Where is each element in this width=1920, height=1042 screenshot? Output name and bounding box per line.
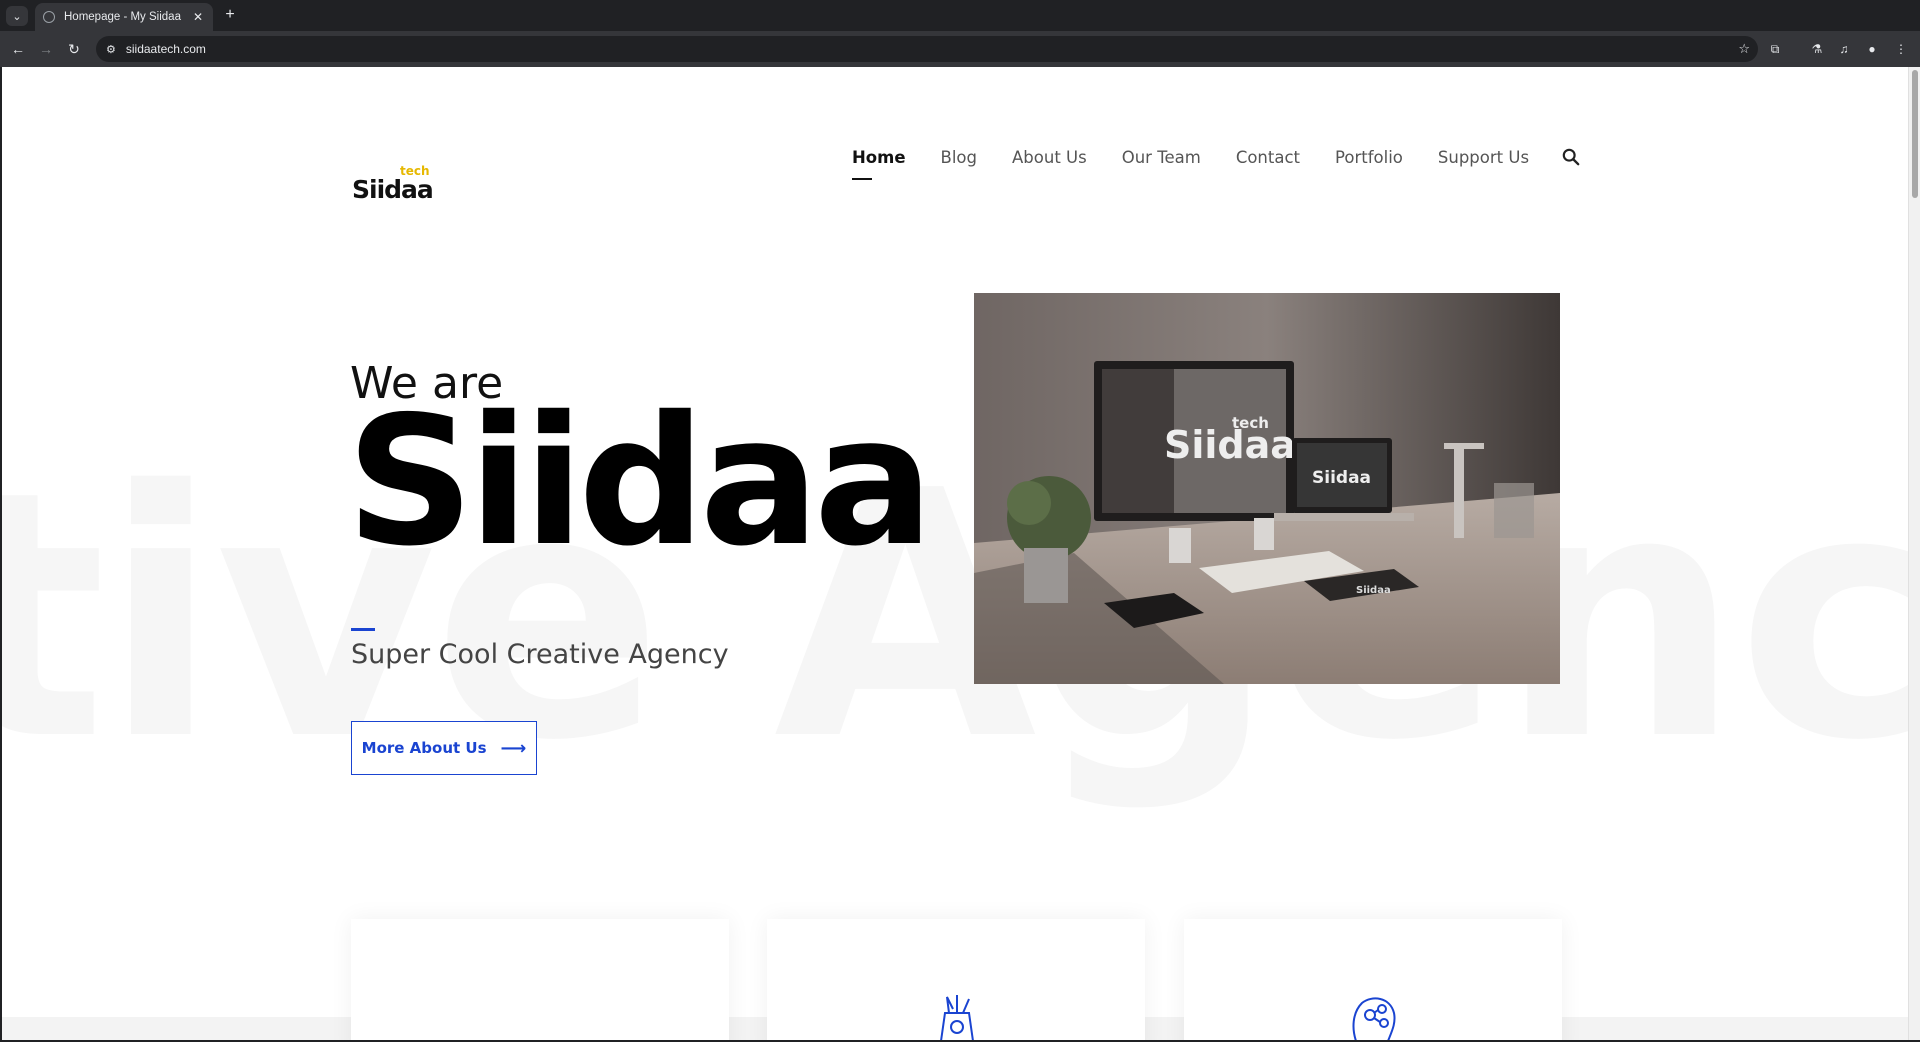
tab-title: Homepage - My Siidaa [64, 11, 181, 23]
main-nav: Home Blog About Us Our Team Contact Port… [852, 142, 1580, 180]
site-info-icon[interactable]: ⚙ [106, 43, 116, 56]
media-control-icon[interactable]: ♫ [1835, 40, 1853, 58]
nav-item-portfolio[interactable]: Portfolio [1335, 148, 1403, 167]
new-tab-button[interactable]: + [221, 6, 239, 24]
creative-tools-icon [929, 993, 985, 1040]
address-bar[interactable]: ⚙ siidaatech.com ☆ [96, 36, 1758, 62]
page-scrollbar[interactable] [1908, 67, 1920, 1040]
back-button[interactable]: ← [7, 38, 29, 60]
browser-window: ⌄ Homepage - My Siidaa ✕ + ← → ↻ ⚙ siida… [0, 0, 1920, 1042]
nav-item-support-us[interactable]: Support Us [1438, 148, 1529, 167]
more-about-us-button[interactable]: More About Us ⟶ [351, 721, 537, 775]
close-tab-icon[interactable]: ✕ [191, 10, 205, 24]
forward-button[interactable]: → [35, 38, 57, 60]
site-logo[interactable]: Siidaa tech [352, 164, 442, 204]
service-card-1 [351, 919, 729, 1040]
svg-text:Siidaa: Siidaa [1356, 585, 1391, 596]
tab-search-button[interactable]: ⌄ [6, 6, 28, 26]
nav-item-blog[interactable]: Blog [941, 148, 977, 167]
reload-button[interactable]: ↻ [63, 38, 85, 60]
tab-active[interactable]: Homepage - My Siidaa ✕ [35, 3, 213, 31]
nav-item-about-us[interactable]: About Us [1012, 148, 1087, 167]
background-watermark-text: tive Agency C [2, 419, 1908, 815]
logo-sup-text: tech [400, 164, 430, 178]
profile-icon[interactable]: ● [1863, 40, 1881, 58]
hero-tagline: Super Cool Creative Agency [351, 639, 729, 670]
head-network-icon [1346, 993, 1402, 1040]
arrow-right-icon: ⟶ [500, 737, 527, 759]
search-icon[interactable] [1562, 148, 1580, 166]
accent-divider [351, 628, 375, 631]
tab-strip: ⌄ Homepage - My Siidaa ✕ + [0, 0, 1920, 31]
scrollbar-thumb[interactable] [1912, 70, 1918, 198]
nav-item-our-team[interactable]: Our Team [1122, 148, 1201, 167]
nav-item-contact[interactable]: Contact [1236, 148, 1300, 167]
page-viewport: tive Agency C Siidaa tech Home Blog Abou… [2, 67, 1908, 1040]
hero-brand-title: Siidaa [346, 378, 934, 585]
svg-text:tech: tech [1232, 414, 1269, 432]
cta-label: More About Us [361, 739, 487, 757]
hero-image: Siidaa tech Siidaa Siidaa [974, 293, 1560, 684]
service-card-3 [1184, 919, 1562, 1040]
nav-item-home[interactable]: Home [852, 148, 906, 180]
svg-text:Siidaa: Siidaa [1312, 468, 1371, 488]
bookmark-star-icon[interactable]: ☆ [1738, 41, 1750, 57]
extensions-icon[interactable]: ⧉ [1766, 40, 1784, 58]
labs-flask-icon[interactable]: ⚗ [1808, 40, 1826, 58]
browser-toolbar: ← → ↻ ⚙ siidaatech.com ☆ ⧉ ⚗ ♫ ● ⋮ [0, 31, 1920, 67]
svg-text:Siidaa: Siidaa [1164, 423, 1296, 467]
logo-main-text: Siidaa [352, 175, 434, 204]
url-text: siidaatech.com [125, 42, 206, 56]
menu-icon[interactable]: ⋮ [1892, 40, 1910, 58]
service-card-2 [767, 919, 1145, 1040]
globe-icon [43, 11, 55, 23]
